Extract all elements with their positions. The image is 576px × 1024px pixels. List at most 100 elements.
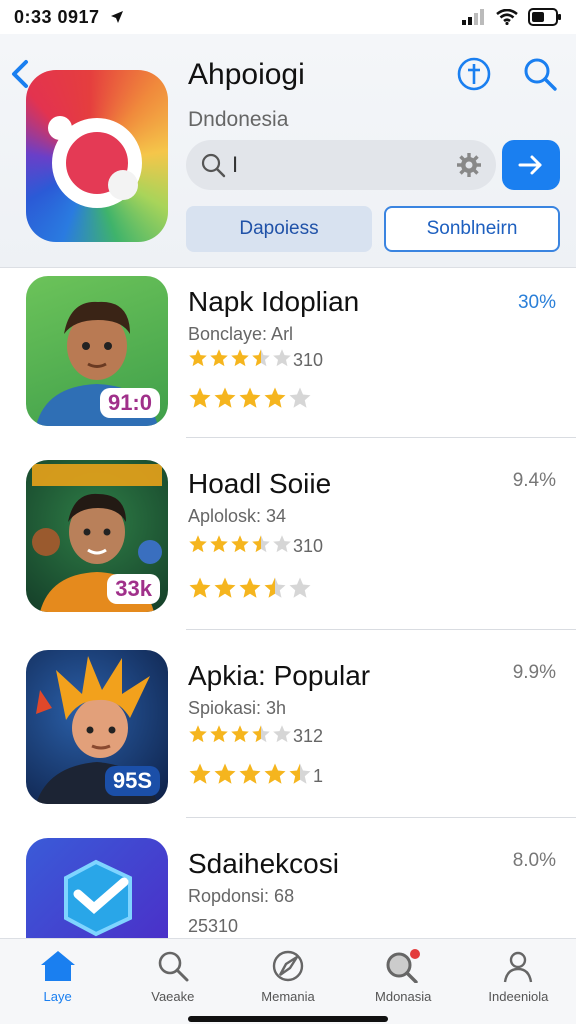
gear-icon[interactable] — [456, 152, 482, 178]
app-name: Sdaihekcosi — [188, 848, 339, 879]
app-thumbnail: 95S — [26, 650, 168, 804]
star-icon — [231, 349, 249, 367]
rating-count: 312 — [293, 726, 324, 746]
app-percent: 9.9% — [512, 662, 556, 683]
star-icon — [289, 577, 311, 598]
star-icon — [264, 577, 286, 598]
app-meta: Ropdonsi: 68 — [188, 886, 295, 906]
app-name: Hoadl Soiie — [188, 468, 332, 499]
search-glass-icon — [201, 153, 226, 178]
home-indicator — [188, 1016, 388, 1022]
rating-row: 310 — [188, 534, 323, 559]
app-extra: 25310 — [188, 916, 239, 936]
go-button[interactable] — [502, 140, 560, 190]
app-meta: Aplolosk: 34 — [188, 506, 287, 526]
rating-row: 312 — [188, 724, 323, 749]
person-icon — [504, 951, 533, 983]
tab-home[interactable]: Laye — [0, 939, 115, 1024]
primary-pill-button[interactable]: Dapoiess — [186, 206, 372, 252]
arrow-right-icon — [518, 155, 542, 175]
star-icon — [214, 387, 236, 408]
tab-label: Memania — [261, 989, 315, 1004]
search-badge-icon — [386, 949, 421, 983]
app-thumbnail: 91:0 — [26, 276, 168, 426]
list-item[interactable]: 33k Hoadl Soiie 9.4% Aplolosk: 34 310 — [0, 438, 576, 630]
app-icon — [26, 70, 168, 242]
star-icon — [189, 387, 211, 408]
star-icon — [239, 387, 261, 408]
star-icon — [273, 349, 291, 367]
search-bar[interactable] — [186, 140, 496, 190]
tab-updates[interactable]: Mdonasia — [346, 939, 461, 1024]
tab-label: Mdonasia — [375, 989, 432, 1004]
star-rating — [188, 576, 313, 605]
list-item[interactable]: Sdaihekcosi 8.0% Ropdonsi: 68 25310 — [0, 818, 576, 948]
search-icon[interactable] — [520, 54, 560, 94]
page-title: Ahpoiogi — [188, 58, 305, 91]
info-icon[interactable] — [454, 54, 494, 94]
rating-count: 310 — [293, 536, 324, 556]
star-icon — [289, 763, 311, 784]
rating-row-secondary — [188, 386, 313, 415]
star-icon — [214, 763, 236, 784]
app-badge: 91:0 — [99, 388, 160, 418]
star-rating — [188, 386, 313, 415]
page-subtitle: Dndonesia — [188, 108, 289, 131]
star-icon — [264, 763, 286, 784]
rating-row-secondary: 1 — [188, 762, 323, 791]
app-name: Apkia: Popular — [188, 660, 371, 691]
app-percent: 8.0% — [512, 850, 556, 871]
app-meta: Spiokasi: 3h — [188, 698, 287, 718]
star-icon — [189, 535, 207, 553]
app-thumbnail — [26, 838, 168, 948]
star-icon — [252, 535, 270, 553]
star-icon — [189, 763, 211, 784]
star-icon — [210, 349, 228, 367]
tab-label: Laye — [43, 989, 72, 1004]
status-bar: 0:33 0917 — [0, 0, 576, 34]
app-header: Ahpoiogi Dndonesia Dapoiess S — [0, 34, 576, 268]
star-rating — [188, 724, 293, 749]
status-time: 0:33 0917 — [14, 6, 100, 27]
star-icon — [189, 349, 207, 367]
rating-row: 310 — [188, 348, 323, 373]
star-icon — [239, 577, 261, 598]
tab-profile[interactable]: Indeeniola — [461, 939, 576, 1024]
app-percent: 30% — [517, 292, 556, 313]
star-icon — [239, 763, 261, 784]
list-item[interactable]: 95S Apkia: Popular 9.9% Spiokasi: 3h 312… — [0, 630, 576, 818]
star-icon — [289, 387, 311, 408]
app-meta: Bonclaye: Arl — [188, 324, 294, 344]
app-percent: 9.4% — [512, 470, 556, 491]
rating-row-secondary — [188, 576, 313, 605]
tab-bar: Laye Vaeake Memania Mdonasia Indeeniola — [0, 938, 576, 1024]
rating-suffix: 1 — [313, 766, 324, 786]
home-icon — [40, 951, 75, 981]
tab-label: Indeeniola — [488, 989, 549, 1004]
compass-icon — [272, 950, 304, 982]
app-badge: 95S — [104, 766, 160, 796]
star-icon — [214, 577, 236, 598]
secondary-pill-button[interactable]: Sonblneirn — [384, 206, 560, 252]
star-icon — [210, 535, 228, 553]
star-rating — [188, 762, 313, 791]
star-icon — [189, 577, 211, 598]
star-icon — [273, 725, 291, 743]
app-badge: 33k — [107, 574, 160, 604]
star-icon — [252, 349, 270, 367]
location-icon — [110, 11, 123, 23]
star-icon — [189, 725, 207, 743]
signal-icon — [462, 9, 484, 25]
search-icon — [158, 951, 189, 982]
star-icon — [264, 387, 286, 408]
star-icon — [210, 725, 228, 743]
list-item[interactable]: 91:0 Napk Idoplian 30% Bonclaye: Arl 310 — [0, 268, 576, 438]
tab-search[interactable]: Vaeake — [115, 939, 230, 1024]
star-rating — [188, 348, 293, 373]
search-input[interactable] — [232, 152, 432, 178]
star-icon — [231, 725, 249, 743]
tab-explore[interactable]: Memania — [230, 939, 345, 1024]
battery-icon — [528, 8, 561, 26]
app-thumbnail: 33k — [26, 460, 168, 612]
app-icon-dot — [48, 116, 72, 140]
